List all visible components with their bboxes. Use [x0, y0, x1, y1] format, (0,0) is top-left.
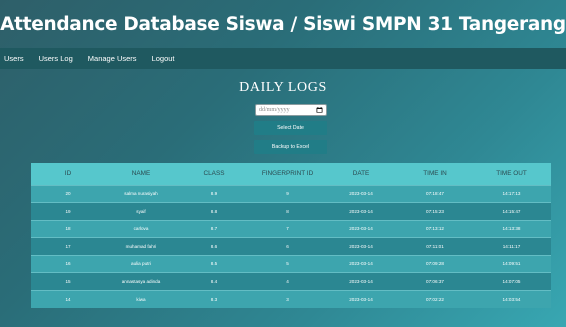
cell-time-in: 07:15:23 — [398, 202, 472, 220]
cell-name: kiwa — [105, 289, 177, 308]
nav-item-users-log[interactable]: Users Log — [39, 54, 73, 63]
cell-name: annastasya adinda — [105, 272, 177, 290]
cell-class: 8.7 — [177, 219, 251, 238]
cell-time-out: 14:11:17 — [472, 237, 551, 255]
column-header-class: CLASS — [203, 170, 225, 178]
cell-date: 2023-03-14 — [324, 219, 398, 238]
cell-fingerprint-id: 5 — [251, 254, 324, 273]
cell-date: 2023-03-14 — [324, 202, 398, 220]
cell-class: 8.3 — [177, 289, 251, 308]
column-header-id: ID — [64, 170, 72, 178]
column-header-time-out: TIME OUT — [496, 170, 527, 178]
header: Attendance Database Siswa / Siswi SMPN 3… — [0, 0, 566, 48]
column-header-name: NAME — [131, 170, 151, 178]
cell-time-out: 14:09:51 — [472, 254, 551, 273]
cell-id: 16 — [31, 254, 105, 273]
table-row: 18 carlova 8.7 7 2023-03-14 07:13:12 14:… — [31, 219, 551, 238]
cell-fingerprint-id: 9 — [251, 184, 324, 203]
table-header-row: ID NAME CLASS FINGERPRINT ID DATE TIME I… — [31, 163, 551, 185]
cell-class: 8.8 — [177, 202, 251, 220]
cell-id: 14 — [31, 289, 105, 308]
table-row: 14 kiwa 8.3 3 2023-03-14 07:02:22 14:03:… — [31, 289, 551, 308]
cell-id: 18 — [31, 219, 105, 238]
cell-time-in: 07:13:12 — [398, 219, 472, 238]
logs-table: ID NAME CLASS FINGERPRINT ID DATE TIME I… — [31, 163, 551, 327]
cell-time-out: 14:13:38 — [472, 219, 551, 238]
table-row: 20 salma nurasiyah 8.9 9 2023-03-14 07:1… — [31, 184, 551, 203]
calendar-icon[interactable] — [316, 107, 323, 113]
cell-fingerprint-id: 3 — [251, 289, 324, 308]
column-header-fingerprint-id: FINGERPRINT ID — [261, 170, 314, 178]
cell-time-out: 14:17:13 — [472, 184, 551, 203]
nav-item-users[interactable]: Users — [4, 54, 24, 63]
cell-id: 19 — [31, 202, 105, 220]
cell-date: 2023-03-14 — [324, 272, 398, 290]
cell-fingerprint-id: 4 — [251, 272, 324, 290]
backup-to-excel-button[interactable]: Backup to Excel — [254, 140, 327, 154]
cell-time-in: 07:11:01 — [398, 237, 472, 255]
cell-id: 20 — [31, 184, 105, 203]
nav-item-logout[interactable]: Logout — [152, 54, 175, 63]
cell-name: syaif — [105, 202, 177, 220]
column-header-time-in: TIME IN — [423, 170, 447, 178]
cell-time-out: 14:15:47 — [472, 202, 551, 220]
cell-date: 2023-03-14 — [324, 254, 398, 273]
table-row: 17 muhamad fahri 8.6 6 2023-03-14 07:11:… — [31, 237, 551, 255]
cell-date: 2023-03-14 — [324, 237, 398, 255]
navbar: Users Users Log Manage Users Logout — [0, 48, 566, 69]
select-date-button[interactable]: Select Date — [254, 121, 327, 135]
table-row: 19 syaif 8.8 8 2023-03-14 07:15:23 14:15… — [31, 202, 551, 220]
cell-time-in: 07:09:28 — [398, 254, 472, 273]
cell-class: 8.6 — [177, 237, 251, 255]
cell-date: 2023-03-14 — [324, 184, 398, 203]
cell-time-in: 07:06:37 — [398, 272, 472, 290]
cell-fingerprint-id: 8 — [251, 202, 324, 220]
nav-item-manage-users[interactable]: Manage Users — [88, 54, 137, 63]
cell-time-out: 14:03:54 — [472, 289, 551, 308]
cell-time-in: 07:02:22 — [398, 289, 472, 308]
cell-fingerprint-id: 6 — [251, 237, 324, 255]
cell-time-in: 07:18:47 — [398, 184, 472, 203]
section-heading: DAILY LOGS — [239, 80, 327, 95]
table-row: 15 annastasya adinda 8.4 4 2023-03-14 07… — [31, 272, 551, 290]
cell-name: aulia putri — [105, 254, 177, 273]
cell-fingerprint-id: 7 — [251, 219, 324, 238]
date-input[interactable]: dd/mm/yyyy — [255, 104, 327, 116]
cell-name: carlova — [105, 219, 177, 238]
cell-class: 8.9 — [177, 184, 251, 203]
cell-class: 8.4 — [177, 272, 251, 290]
table-row: 16 aulia putri 8.5 5 2023-03-14 07:09:28… — [31, 254, 551, 273]
column-header-date: DATE — [352, 170, 370, 178]
cell-name: muhamad fahri — [105, 237, 177, 255]
cell-id: 17 — [31, 237, 105, 255]
cell-name: salma nurasiyah — [105, 184, 177, 203]
cell-time-out: 14:07:05 — [472, 272, 551, 290]
page-title: Attendance Database Siswa / Siswi SMPN 3… — [0, 13, 566, 35]
cell-date: 2023-03-14 — [324, 289, 398, 308]
date-placeholder: dd/mm/yyyy — [259, 107, 290, 113]
cell-id: 15 — [31, 272, 105, 290]
cell-class: 8.5 — [177, 254, 251, 273]
